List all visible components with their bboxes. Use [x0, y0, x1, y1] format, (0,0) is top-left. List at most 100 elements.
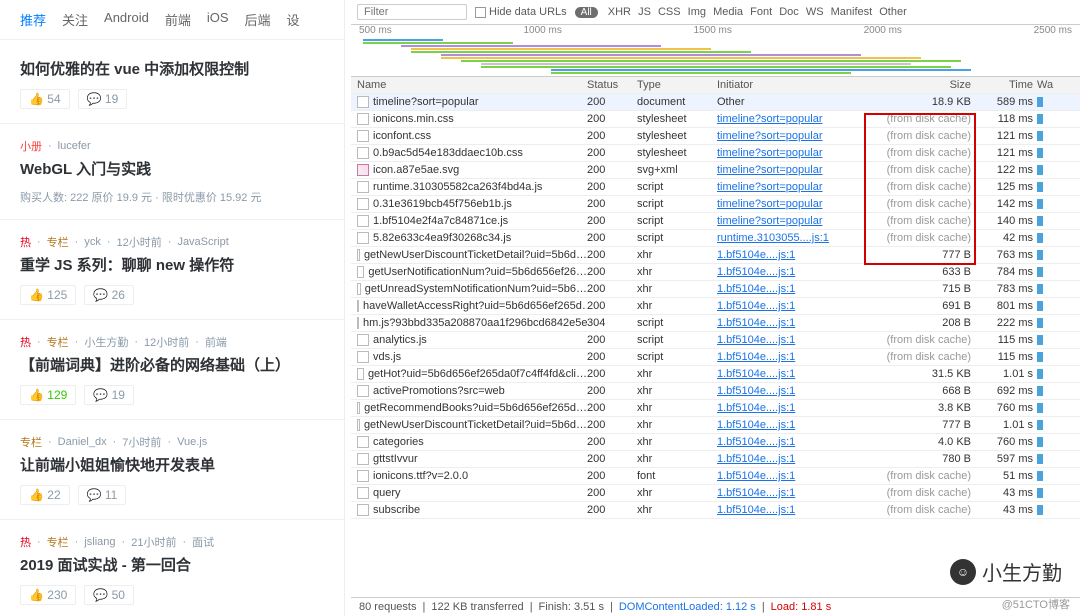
- tab-0[interactable]: 推荐: [20, 10, 46, 29]
- network-row[interactable]: getUnreadSystemNotificationNum?uid=5b6…2…: [351, 281, 1080, 298]
- status-requests: 80 requests: [359, 601, 416, 613]
- network-row[interactable]: 5.82e633c4ea9f30268c34.js200scriptruntim…: [351, 230, 1080, 247]
- file-icon: [357, 232, 369, 244]
- file-icon: [357, 130, 369, 142]
- network-row[interactable]: subscribe200xhr1.bf5104e....js:1(from di…: [351, 502, 1080, 519]
- file-icon: [357, 181, 369, 193]
- filter-doc[interactable]: Doc: [777, 6, 801, 18]
- tab-1[interactable]: 关注: [62, 10, 88, 29]
- file-icon: [357, 317, 359, 329]
- feed-list: 如何优雅的在 vue 中添加权限控制 👍 54 💬 19 小册 · luceferWe…: [0, 40, 344, 616]
- network-row[interactable]: getNewUserDiscountTicketDetail?uid=5b6d……: [351, 247, 1080, 264]
- file-icon: [357, 470, 369, 482]
- like-button[interactable]: 👍 125: [20, 285, 76, 305]
- network-row[interactable]: vds.js200script1.bf5104e....js:1(from di…: [351, 349, 1080, 366]
- post-item[interactable]: 热 · 专栏 · jsliang · 21小时前 · 面试2019 面试实战 -…: [0, 520, 344, 616]
- network-row[interactable]: runtime.310305582ca263f4bd4a.js200script…: [351, 179, 1080, 196]
- network-row[interactable]: haveWalletAccessRight?uid=5b6d656ef265d……: [351, 298, 1080, 315]
- col-initiator[interactable]: Initiator: [717, 79, 857, 91]
- post-title: 如何优雅的在 vue 中添加权限控制: [20, 58, 324, 79]
- post-item[interactable]: 小册 · luceferWebGL 入门与实践购买人数: 222 原价 19.9…: [0, 124, 344, 220]
- col-name[interactable]: Name: [357, 79, 587, 91]
- like-button[interactable]: 👍 54: [20, 89, 70, 109]
- network-row[interactable]: hm.js?93bbd335a208870aa1f296bcd6842e5e30…: [351, 315, 1080, 332]
- file-icon: [357, 164, 369, 176]
- filter-manifest[interactable]: Manifest: [829, 6, 875, 18]
- network-row[interactable]: 0.b9ac5d54e183ddaec10b.css200stylesheett…: [351, 145, 1080, 162]
- filter-media[interactable]: Media: [711, 6, 745, 18]
- comment-button[interactable]: 💬 19: [78, 89, 128, 109]
- file-icon: [357, 487, 369, 499]
- filter-js[interactable]: JS: [636, 6, 653, 18]
- post-item[interactable]: 热 · 专栏 · yck · 12小时前 · JavaScript重学 JS 系…: [0, 220, 344, 320]
- filter-ws[interactable]: WS: [804, 6, 826, 18]
- comment-button[interactable]: 💬 26: [84, 285, 134, 305]
- network-row[interactable]: analytics.js200script1.bf5104e....js:1(f…: [351, 332, 1080, 349]
- filter-all[interactable]: All: [575, 7, 598, 18]
- comment-button[interactable]: 💬 19: [84, 385, 134, 405]
- like-button[interactable]: 👍 129: [20, 385, 76, 405]
- file-icon: [357, 249, 360, 261]
- network-row[interactable]: getHot?uid=5b6d656ef265da0f7c4ff4fd&cli……: [351, 366, 1080, 383]
- col-time[interactable]: Time: [977, 79, 1037, 91]
- network-row[interactable]: getUserNotificationNum?uid=5b6d656ef26…2…: [351, 264, 1080, 281]
- network-row[interactable]: gttstIvvur200xhr1.bf5104e....js:1780 B59…: [351, 451, 1080, 468]
- network-timeline[interactable]: 500 ms1000 ms1500 ms2000 ms2500 ms: [351, 25, 1080, 77]
- network-row[interactable]: activePromotions?src=web200xhr1.bf5104e.…: [351, 383, 1080, 400]
- filter-font[interactable]: Font: [748, 6, 774, 18]
- filter-other[interactable]: Other: [877, 6, 909, 18]
- network-row[interactable]: icon.a87e5ae.svg200svg+xmltimeline?sort=…: [351, 162, 1080, 179]
- status-dom: DOMContentLoaded: 1.12 s: [619, 601, 756, 613]
- file-icon: [357, 419, 360, 431]
- feed-pane: 推荐关注 Android 前端 iOS 后端设 如何优雅的在 vue 中添加权限控制 👍 …: [0, 0, 345, 616]
- network-row[interactable]: timeline?sort=popular200documentOther18.…: [351, 94, 1080, 111]
- network-row[interactable]: categories200xhr1.bf5104e....js:14.0 KB7…: [351, 434, 1080, 451]
- filter-input[interactable]: [357, 4, 467, 20]
- hide-data-urls[interactable]: Hide data URLs: [475, 6, 567, 18]
- file-icon: [357, 147, 369, 159]
- status-load: Load: 1.81 s: [771, 601, 832, 613]
- tab-6[interactable]: 设: [287, 10, 300, 29]
- filter-xhr[interactable]: XHR: [606, 6, 633, 18]
- feed-tabs: 推荐关注 Android 前端 iOS 后端设: [0, 0, 344, 40]
- col-size[interactable]: Size: [857, 79, 977, 91]
- network-row[interactable]: getNewUserDiscountTicketDetail?uid=5b6d……: [351, 417, 1080, 434]
- network-row[interactable]: getRecommendBooks?uid=5b6d656ef265d…200x…: [351, 400, 1080, 417]
- like-button[interactable]: 👍 22: [20, 485, 70, 505]
- filter-bar: Hide data URLs All XHR JS CSS Img Media …: [351, 0, 1080, 25]
- filter-css[interactable]: CSS: [656, 6, 683, 18]
- post-title: 让前端小姐姐愉快地开发表单: [20, 454, 324, 475]
- file-icon: [357, 402, 360, 414]
- comment-button[interactable]: 💬 50: [84, 585, 134, 605]
- tab-2[interactable]: Android: [104, 10, 149, 29]
- col-status[interactable]: Status: [587, 79, 637, 91]
- comment-button[interactable]: 💬 11: [78, 485, 127, 505]
- file-icon: [357, 300, 359, 312]
- network-row[interactable]: ionicons.min.css200stylesheettimeline?so…: [351, 111, 1080, 128]
- file-icon: [357, 351, 369, 363]
- post-item[interactable]: 热 · 专栏 · 小生方勤 · 12小时前 · 前端【前端词典】进阶必备的网络基…: [0, 320, 344, 420]
- tab-3[interactable]: 前端: [165, 10, 191, 29]
- filter-img[interactable]: Img: [686, 6, 708, 18]
- network-table-header: Name Status Type Initiator Size Time Wa: [351, 77, 1080, 94]
- network-row[interactable]: 0.31e3619bcb45f756eb1b.js200scripttimeli…: [351, 196, 1080, 213]
- tab-5[interactable]: 后端: [245, 10, 271, 29]
- network-row[interactable]: query200xhr1.bf5104e....js:1(from disk c…: [351, 485, 1080, 502]
- col-type[interactable]: Type: [637, 79, 717, 91]
- network-row[interactable]: 1.bf5104e2f4a7c84871ce.js200scripttimeli…: [351, 213, 1080, 230]
- col-waterfall[interactable]: Wa: [1037, 79, 1047, 91]
- file-icon: [357, 334, 369, 346]
- post-item[interactable]: 如何优雅的在 vue 中添加权限控制 👍 54 💬 19: [0, 40, 344, 124]
- file-icon: [357, 368, 364, 380]
- file-icon: [357, 215, 369, 227]
- network-row[interactable]: iconfont.css200stylesheettimeline?sort=p…: [351, 128, 1080, 145]
- network-row[interactable]: ionicons.ttf?v=2.0.0200font1.bf5104e....…: [351, 468, 1080, 485]
- post-item[interactable]: 专栏 · Daniel_dx · 7小时前 · Vue.js让前端小姐姐愉快地开…: [0, 420, 344, 520]
- file-icon: [357, 453, 369, 465]
- status-bar: 80 requests | 122 KB transferred | Finis…: [351, 597, 1080, 616]
- file-icon: [357, 436, 369, 448]
- post-title: 【前端词典】进阶必备的网络基础（上）: [20, 354, 324, 375]
- tab-4[interactable]: iOS: [207, 10, 229, 29]
- credit: @51CTO博客: [1002, 596, 1070, 612]
- like-button[interactable]: 👍 230: [20, 585, 76, 605]
